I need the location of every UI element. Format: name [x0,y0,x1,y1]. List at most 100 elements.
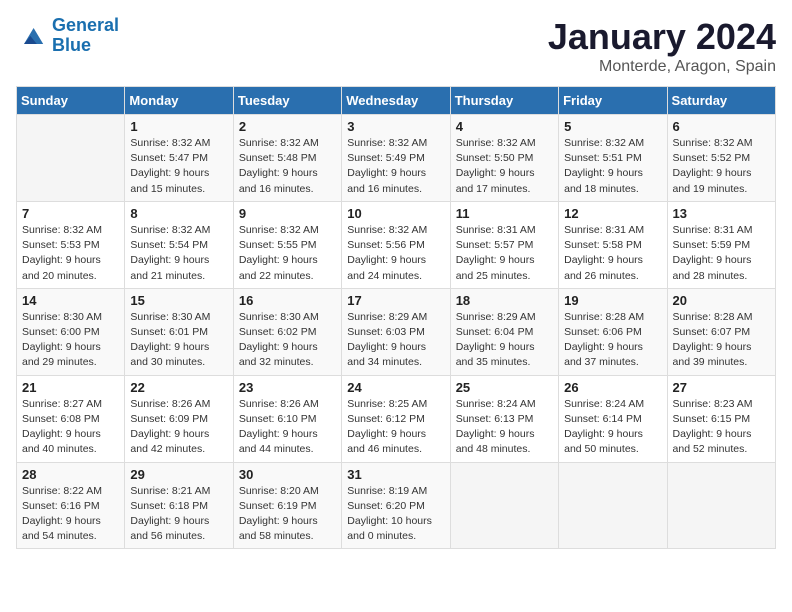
day-number: 31 [347,467,444,482]
day-info: Sunrise: 8:29 AMSunset: 6:04 PMDaylight:… [456,310,553,371]
day-info: Sunrise: 8:32 AMSunset: 5:48 PMDaylight:… [239,136,336,197]
day-info: Sunrise: 8:32 AMSunset: 5:51 PMDaylight:… [564,136,661,197]
day-number: 12 [564,206,661,221]
calendar-cell: 9 Sunrise: 8:32 AMSunset: 5:55 PMDaylight… [233,201,341,288]
day-number: 28 [22,467,119,482]
day-info: Sunrise: 8:32 AMSunset: 5:47 PMDaylight:… [130,136,227,197]
calendar-cell: 5 Sunrise: 8:32 AMSunset: 5:51 PMDaylight… [559,115,667,202]
day-info: Sunrise: 8:22 AMSunset: 6:16 PMDaylight:… [22,484,119,545]
day-number: 8 [130,206,227,221]
weekday-header-row: SundayMondayTuesdayWednesdayThursdayFrid… [17,87,776,115]
calendar-cell: 7 Sunrise: 8:32 AMSunset: 5:53 PMDaylight… [17,201,125,288]
day-info: Sunrise: 8:19 AMSunset: 6:20 PMDaylight:… [347,484,444,545]
calendar-cell: 18 Sunrise: 8:29 AMSunset: 6:04 PMDayligh… [450,288,558,375]
day-number: 30 [239,467,336,482]
calendar-table: SundayMondayTuesdayWednesdayThursdayFrid… [16,86,776,549]
day-info: Sunrise: 8:24 AMSunset: 6:14 PMDaylight:… [564,397,661,458]
day-info: Sunrise: 8:31 AMSunset: 5:59 PMDaylight:… [673,223,770,284]
week-row-3: 14Sunrise: 8:30 AMSunset: 6:00 PMDayligh… [17,288,776,375]
day-info: Sunrise: 8:23 AMSunset: 6:15 PMDaylight:… [673,397,770,458]
calendar-cell: 17Sunrise: 8:29 AMSunset: 6:03 PMDayligh… [342,288,450,375]
day-number: 15 [130,293,227,308]
day-number: 3 [347,119,444,134]
day-number: 25 [456,380,553,395]
day-number: 4 [456,119,553,134]
calendar-cell: 12Sunrise: 8:31 AMSunset: 5:58 PMDayligh… [559,201,667,288]
calendar-cell: 16 Sunrise: 8:30 AMSunset: 6:02 PMDayligh… [233,288,341,375]
day-number: 21 [22,380,119,395]
day-number: 1 [130,119,227,134]
day-number: 24 [347,380,444,395]
week-row-2: 7 Sunrise: 8:32 AMSunset: 5:53 PMDaylight… [17,201,776,288]
day-number: 5 [564,119,661,134]
day-info: Sunrise: 8:26 AMSunset: 6:09 PMDaylight:… [130,397,227,458]
day-info: Sunrise: 8:25 AMSunset: 6:12 PMDaylight:… [347,397,444,458]
calendar-cell: 10Sunrise: 8:32 AMSunset: 5:56 PMDayligh… [342,201,450,288]
calendar-body: 1 Sunrise: 8:32 AMSunset: 5:47 PMDaylight… [17,115,776,549]
day-number: 17 [347,293,444,308]
day-number: 13 [673,206,770,221]
calendar-cell: 1 Sunrise: 8:32 AMSunset: 5:47 PMDaylight… [125,115,233,202]
day-number: 19 [564,293,661,308]
day-info: Sunrise: 8:27 AMSunset: 6:08 PMDaylight:… [22,397,119,458]
day-number: 14 [22,293,119,308]
week-row-5: 28 Sunrise: 8:22 AMSunset: 6:16 PMDayligh… [17,462,776,549]
day-info: Sunrise: 8:32 AMSunset: 5:55 PMDaylight:… [239,223,336,284]
calendar-title: January 2024 [548,16,776,58]
weekday-friday: Friday [559,87,667,115]
calendar-cell: 30 Sunrise: 8:20 AMSunset: 6:19 PMDayligh… [233,462,341,549]
calendar-cell: 23 Sunrise: 8:26 AMSunset: 6:10 PMDayligh… [233,375,341,462]
day-info: Sunrise: 8:30 AMSunset: 6:02 PMDaylight:… [239,310,336,371]
day-info: Sunrise: 8:26 AMSunset: 6:10 PMDaylight:… [239,397,336,458]
calendar-cell: 31 Sunrise: 8:19 AMSunset: 6:20 PMDayligh… [342,462,450,549]
day-number: 11 [456,206,553,221]
calendar-cell [667,462,775,549]
logo-icon [16,20,48,52]
weekday-saturday: Saturday [667,87,775,115]
calendar-cell: 29Sunrise: 8:21 AMSunset: 6:18 PMDayligh… [125,462,233,549]
calendar-cell: 25Sunrise: 8:24 AMSunset: 6:13 PMDayligh… [450,375,558,462]
calendar-cell: 19 Sunrise: 8:28 AMSunset: 6:06 PMDayligh… [559,288,667,375]
logo: General Blue [16,16,119,56]
weekday-thursday: Thursday [450,87,558,115]
day-info: Sunrise: 8:30 AMSunset: 6:01 PMDaylight:… [130,310,227,371]
calendar-subtitle: Monterde, Aragon, Spain [548,58,776,76]
weekday-wednesday: Wednesday [342,87,450,115]
day-info: Sunrise: 8:32 AMSunset: 5:54 PMDaylight:… [130,223,227,284]
calendar-cell: 6Sunrise: 8:32 AMSunset: 5:52 PMDaylight… [667,115,775,202]
weekday-sunday: Sunday [17,87,125,115]
header: General Blue January 2024 Monterde, Arag… [16,16,776,76]
calendar-cell: 11 Sunrise: 8:31 AMSunset: 5:57 PMDayligh… [450,201,558,288]
day-number: 16 [239,293,336,308]
day-info: Sunrise: 8:32 AMSunset: 5:53 PMDaylight:… [22,223,119,284]
calendar-cell [17,115,125,202]
day-info: Sunrise: 8:32 AMSunset: 5:50 PMDaylight:… [456,136,553,197]
day-number: 10 [347,206,444,221]
day-info: Sunrise: 8:32 AMSunset: 5:49 PMDaylight:… [347,136,444,197]
calendar-cell: 20Sunrise: 8:28 AMSunset: 6:07 PMDayligh… [667,288,775,375]
weekday-tuesday: Tuesday [233,87,341,115]
day-info: Sunrise: 8:28 AMSunset: 6:06 PMDaylight:… [564,310,661,371]
day-number: 18 [456,293,553,308]
calendar-cell: 4 Sunrise: 8:32 AMSunset: 5:50 PMDaylight… [450,115,558,202]
day-info: Sunrise: 8:32 AMSunset: 5:52 PMDaylight:… [673,136,770,197]
day-number: 9 [239,206,336,221]
calendar-cell: 24 Sunrise: 8:25 AMSunset: 6:12 PMDayligh… [342,375,450,462]
calendar-cell: 3 Sunrise: 8:32 AMSunset: 5:49 PMDaylight… [342,115,450,202]
day-number: 2 [239,119,336,134]
calendar-cell: 26 Sunrise: 8:24 AMSunset: 6:14 PMDayligh… [559,375,667,462]
day-number: 29 [130,467,227,482]
day-info: Sunrise: 8:20 AMSunset: 6:19 PMDaylight:… [239,484,336,545]
calendar-cell: 27Sunrise: 8:23 AMSunset: 6:15 PMDayligh… [667,375,775,462]
day-number: 23 [239,380,336,395]
calendar-cell: 15 Sunrise: 8:30 AMSunset: 6:01 PMDayligh… [125,288,233,375]
week-row-4: 21 Sunrise: 8:27 AMSunset: 6:08 PMDayligh… [17,375,776,462]
day-number: 22 [130,380,227,395]
day-number: 26 [564,380,661,395]
day-info: Sunrise: 8:31 AMSunset: 5:57 PMDaylight:… [456,223,553,284]
calendar-cell [450,462,558,549]
title-area: January 2024 Monterde, Aragon, Spain [548,16,776,76]
calendar-cell: 8 Sunrise: 8:32 AMSunset: 5:54 PMDaylight… [125,201,233,288]
day-number: 7 [22,206,119,221]
weekday-monday: Monday [125,87,233,115]
